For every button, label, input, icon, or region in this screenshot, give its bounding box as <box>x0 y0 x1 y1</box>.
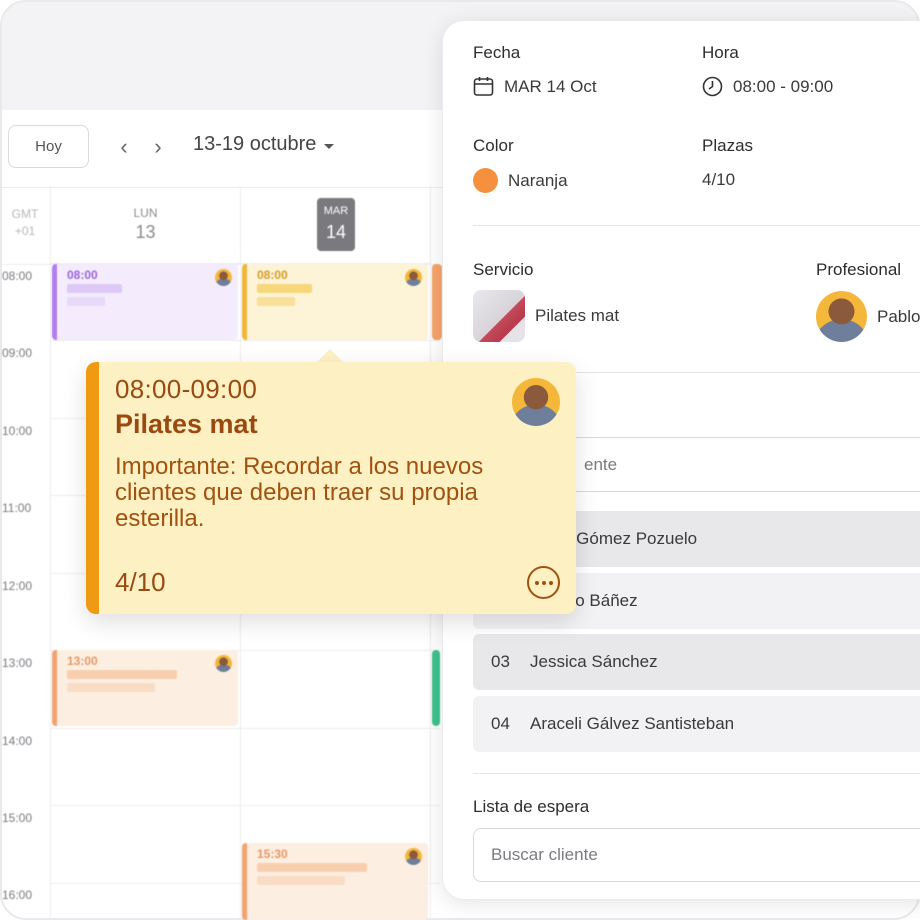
avatar <box>405 269 422 286</box>
hour-label: 11:00 <box>2 501 32 515</box>
day-number: 13 <box>135 222 156 242</box>
tooltip-caret <box>316 349 344 363</box>
divider <box>473 225 920 226</box>
divider <box>473 773 920 774</box>
today-button[interactable]: Hoy <box>8 125 89 168</box>
service-thumbnail <box>473 290 525 342</box>
event-placeholder-bar <box>257 297 295 306</box>
seats-label: Plazas <box>702 136 754 155</box>
hour-label: 10:00 <box>2 424 33 438</box>
hour-line <box>50 340 440 341</box>
event-placeholder-bar <box>257 863 367 872</box>
calendar-event[interactable]: 15:30 <box>242 843 428 920</box>
tooltip-note: Importante: Recordar a los nuevos client… <box>115 453 484 532</box>
service-text: Pilates mat <box>535 306 620 325</box>
day-name: MAR <box>323 205 349 217</box>
time-value: 08:00 - 09:00 <box>702 76 833 97</box>
attendee-number: 04 <box>491 714 510 733</box>
event-time: 08:00 <box>67 268 98 282</box>
attendee-name: Jessica Sánchez <box>530 652 658 671</box>
chevron-left-icon[interactable]: ‹ <box>114 135 134 159</box>
waitlist-label: Lista de espera <box>473 797 590 816</box>
avatar <box>405 848 422 865</box>
calendar-event-edge[interactable] <box>432 650 440 726</box>
tooltip-seats: 4/10 <box>115 567 166 597</box>
tooltip-time: 08:00-09:00 <box>115 374 258 404</box>
timezone-label: GMT +01 <box>11 207 39 238</box>
column-separator <box>50 186 51 920</box>
attendee-number: 03 <box>491 652 510 671</box>
event-placeholder-bar <box>67 284 122 293</box>
date-range-label: 13-19 octubre <box>193 133 317 155</box>
caret-down-icon <box>324 143 335 149</box>
avatar <box>215 269 232 286</box>
hour-line <box>50 728 440 729</box>
day-number: 14 <box>325 222 347 242</box>
tooltip-accent-bar <box>86 362 99 614</box>
day-name: LUN <box>133 206 158 220</box>
time-text: 08:00 - 09:00 <box>733 76 834 96</box>
time-label: Hora <box>702 43 739 62</box>
event-placeholder-bar <box>67 683 155 692</box>
tooltip-title: Pilates mat <box>115 409 258 439</box>
calendar-event[interactable]: 08:00 <box>242 264 428 340</box>
today-highlight: MAR 14 <box>317 198 355 251</box>
event-placeholder-bar <box>257 284 312 293</box>
color-swatch <box>473 168 498 193</box>
professional-value[interactable]: Pablo <box>816 291 920 342</box>
seats-value: 4/10 <box>702 170 736 189</box>
date-text: MAR 14 Oct <box>504 76 597 96</box>
color-label: Color <box>473 136 514 155</box>
hour-label: 16:00 <box>2 888 33 902</box>
color-value[interactable]: Naranja <box>473 168 568 193</box>
color-text: Naranja <box>508 170 568 190</box>
hour-label: 12:00 <box>2 579 33 593</box>
chat-bubble-icon[interactable] <box>527 566 560 599</box>
date-label: Fecha <box>473 43 521 62</box>
calendar-event[interactable]: 08:00 <box>52 264 238 340</box>
hour-line <box>50 805 440 806</box>
professional-label: Profesional <box>816 260 902 279</box>
attendee-name: Araceli Gálvez Santisteban <box>530 714 735 733</box>
service-label: Servicio <box>473 260 534 279</box>
avatar <box>816 291 867 342</box>
calendar-event[interactable]: 13:00 <box>52 650 238 726</box>
day-header-mon[interactable]: LUN 13 <box>51 186 240 264</box>
clock-icon <box>702 76 723 97</box>
avatar <box>512 378 560 426</box>
attendee-row[interactable]: 04 Araceli Gálvez Santisteban <box>473 696 920 752</box>
chevron-right-icon[interactable]: › <box>148 135 168 159</box>
avatar <box>215 655 232 672</box>
waitlist-search-input[interactable]: Buscar cliente <box>473 828 920 882</box>
date-value: MAR 14 Oct <box>473 76 597 97</box>
hour-label: 15:00 <box>2 811 33 825</box>
calendar-event-edge[interactable] <box>432 264 442 340</box>
waitlist-search-placeholder: Buscar cliente <box>491 845 598 864</box>
service-value[interactable]: Pilates mat <box>473 290 619 342</box>
calendar-icon <box>473 76 494 97</box>
event-placeholder-bar <box>67 297 105 306</box>
hour-label: 14:00 <box>2 734 33 748</box>
date-range-selector[interactable]: 13-19 octubre <box>193 133 335 156</box>
hour-label: 08:00 <box>2 269 33 283</box>
event-time: 15:30 <box>257 847 288 861</box>
hour-label: 13:00 <box>2 656 33 670</box>
professional-text: Pablo <box>877 306 920 326</box>
event-time: 08:00 <box>257 268 288 282</box>
hour-label: 09:00 <box>2 346 33 360</box>
attendee-row[interactable]: 03 Jessica Sánchez <box>473 634 920 690</box>
event-placeholder-bar <box>67 670 177 679</box>
event-time: 13:00 <box>67 654 98 668</box>
event-placeholder-bar <box>257 876 345 885</box>
